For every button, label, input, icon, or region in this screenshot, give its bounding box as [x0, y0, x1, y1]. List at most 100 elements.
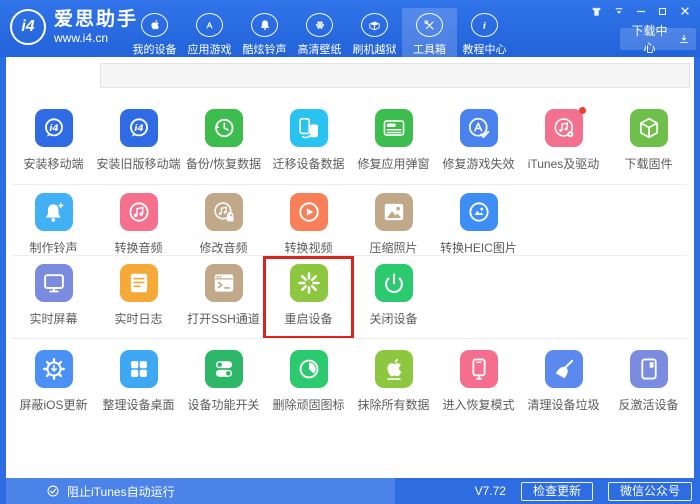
tool-row-3: 实时屏幕实时日志 打开SSH通道重启设备关闭设备	[11, 264, 436, 327]
nav-label: 酷炫铃声	[243, 41, 287, 57]
tool-migrate-device-data[interactable]: 迁移设备数据	[266, 109, 351, 172]
app-title: 爱思助手	[54, 10, 138, 29]
log-document-icon	[120, 264, 158, 302]
red-dot-badge	[579, 107, 586, 114]
tool-label: 制作铃声	[29, 239, 77, 256]
tool-download-firmware[interactable]: 下载固件	[606, 109, 691, 172]
tool-shutdown-device[interactable]: 关闭设备	[351, 264, 436, 327]
play-circle-icon	[290, 193, 328, 231]
i4-app-icon: i4	[120, 109, 158, 147]
download-center-button[interactable]: 下载中心	[620, 28, 696, 50]
tool-itunes-and-driver[interactable]: iTunes及驱动	[521, 109, 606, 172]
apple-id-card-icon	[375, 109, 413, 147]
pie-clock-icon	[290, 350, 328, 388]
tool-label: 安装旧版移动端	[96, 155, 180, 172]
menu-caret-icon[interactable]	[610, 3, 627, 19]
tool-label: 安装移动端	[23, 155, 83, 172]
tool-label: 备份/恢复数据	[186, 155, 261, 172]
tool-device-switches[interactable]: 设备功能开关	[181, 350, 266, 413]
tool-clean-device-junk[interactable]: 清理设备垃圾	[521, 350, 606, 413]
photo-circle-icon	[460, 193, 498, 231]
tool-install-mobile-client[interactable]: i4 安装移动端	[11, 109, 96, 172]
apple-erase-icon	[375, 350, 413, 388]
tool-backup-restore-data[interactable]: 备份/恢复数据	[181, 109, 266, 172]
i4-app-icon: i4	[35, 109, 73, 147]
maximize-icon[interactable]	[654, 3, 671, 19]
tool-delete-stubborn-icons[interactable]: 删除顽固图标	[266, 350, 351, 413]
row-divider	[11, 338, 687, 339]
nav-item-wallpapers[interactable]: 高清壁纸	[292, 8, 347, 57]
apple-icon	[141, 13, 168, 37]
toggles-icon	[205, 350, 243, 388]
tool-install-old-mobile-client[interactable]: i4 安装旧版移动端	[96, 109, 181, 172]
tool-label: 修复游戏失效	[442, 155, 514, 172]
tool-compress-photos[interactable]: 压缩照片	[351, 193, 436, 256]
tool-enter-recovery-mode[interactable]: 进入恢复模式	[436, 350, 521, 413]
minimize-icon[interactable]	[632, 3, 649, 19]
tool-fix-app-popup[interactable]: 修复应用弹窗	[351, 109, 436, 172]
tool-convert-heic[interactable]: 转换HEIC图片	[436, 193, 521, 256]
tool-label: 抹除所有数据	[357, 396, 429, 413]
block-itunes-toggle[interactable]: 阻止iTunes自动运行	[6, 478, 395, 504]
toolbox-panel: i4 安装移动端 i4 安装旧版移动端备份/恢复数据迁移设备数据修复应用弹窗修复游戏失…	[6, 57, 694, 478]
check-update-button[interactable]: 检查更新	[521, 482, 593, 501]
nav-item-tutorials[interactable]: i教程中心	[457, 8, 512, 57]
power-icon	[375, 264, 413, 302]
close-icon[interactable]	[676, 3, 693, 19]
tool-fix-game-invalid[interactable]: 修复游戏失效	[436, 109, 521, 172]
tool-make-ringtone[interactable]: 制作铃声	[11, 193, 96, 256]
tool-organize-homescreen[interactable]: 整理设备桌面	[96, 350, 181, 413]
app-logo: i4 爱思助手 www.i4.cn	[10, 9, 138, 45]
nav-item-app-games[interactable]: 应用游戏	[182, 8, 237, 57]
tool-label: 压缩照片	[369, 239, 417, 256]
tool-live-log[interactable]: 实时日志	[96, 264, 181, 327]
tool-block-ios-update[interactable]: 屏蔽iOS更新	[11, 350, 96, 413]
tool-label: 实时日志	[114, 310, 162, 327]
cube-icon	[630, 109, 668, 147]
skin-shirt-icon[interactable]	[588, 3, 605, 19]
tool-convert-audio[interactable]: 转换音频	[96, 193, 181, 256]
tool-label: iTunes及驱动	[528, 155, 600, 172]
tool-edit-audio[interactable]: 修改音频	[181, 193, 266, 256]
svg-text:i4: i4	[134, 123, 144, 134]
backup-clock-icon	[205, 109, 243, 147]
svg-text:i4: i4	[49, 123, 59, 134]
nav-label: 我的设备	[133, 41, 177, 57]
gear-refresh-icon	[35, 350, 73, 388]
top-navbar: i4 爱思助手 www.i4.cn 我的设备应用游戏酷炫铃声高清壁纸刷机越狱工具…	[0, 0, 700, 57]
nav-item-ringtones[interactable]: 酷炫铃声	[237, 8, 292, 57]
tool-live-screen[interactable]: 实时屏幕	[11, 264, 96, 327]
grid-icon	[120, 350, 158, 388]
block-itunes-label: 阻止iTunes自动运行	[67, 483, 175, 500]
download-center-label: 下载中心	[626, 22, 673, 56]
tool-convert-video[interactable]: 转换视频	[266, 193, 351, 256]
row-divider	[11, 255, 687, 256]
tool-label: 下载固件	[624, 155, 672, 172]
tool-row-1: i4 安装移动端 i4 安装旧版移动端备份/恢复数据迁移设备数据修复应用弹窗修复游戏失…	[11, 109, 691, 172]
music-lock-icon	[205, 193, 243, 231]
flower-icon	[306, 13, 333, 37]
tool-deactivate-device[interactable]: 反激活设备	[606, 350, 691, 413]
status-bar: 阻止iTunes自动运行 V7.72 检查更新 微信公众号	[0, 478, 700, 504]
nav-item-toolbox[interactable]: 工具箱	[402, 8, 457, 57]
nav-label: 应用游戏	[188, 41, 232, 57]
top-banner-strip	[100, 63, 690, 88]
nav-item-flash-jailbreak[interactable]: 刷机越狱	[347, 8, 402, 57]
itunes-music-icon	[545, 109, 583, 147]
wechat-official-button[interactable]: 微信公众号	[608, 482, 692, 501]
app-url: www.i4.cn	[54, 32, 138, 44]
main-nav: 我的设备应用游戏酷炫铃声高清壁纸刷机越狱工具箱i教程中心	[127, 8, 512, 57]
monitor-icon	[35, 264, 73, 302]
nav-item-my-devices[interactable]: 我的设备	[127, 8, 182, 57]
tablet-icon	[630, 350, 668, 388]
tool-label: 修复应用弹窗	[357, 155, 429, 172]
statusbar-right: V7.72 检查更新 微信公众号	[475, 478, 692, 504]
window-controls	[588, 3, 693, 19]
tool-label: 转换音频	[114, 239, 162, 256]
tool-restart-device[interactable]: 重启设备	[266, 264, 351, 327]
toolbox-wrench-icon	[416, 13, 443, 37]
download-icon	[678, 33, 690, 45]
tool-open-ssh-tunnel[interactable]: 打开SSH通道	[181, 264, 266, 327]
terminal-icon	[205, 264, 243, 302]
tool-erase-all-data[interactable]: 抹除所有数据	[351, 350, 436, 413]
